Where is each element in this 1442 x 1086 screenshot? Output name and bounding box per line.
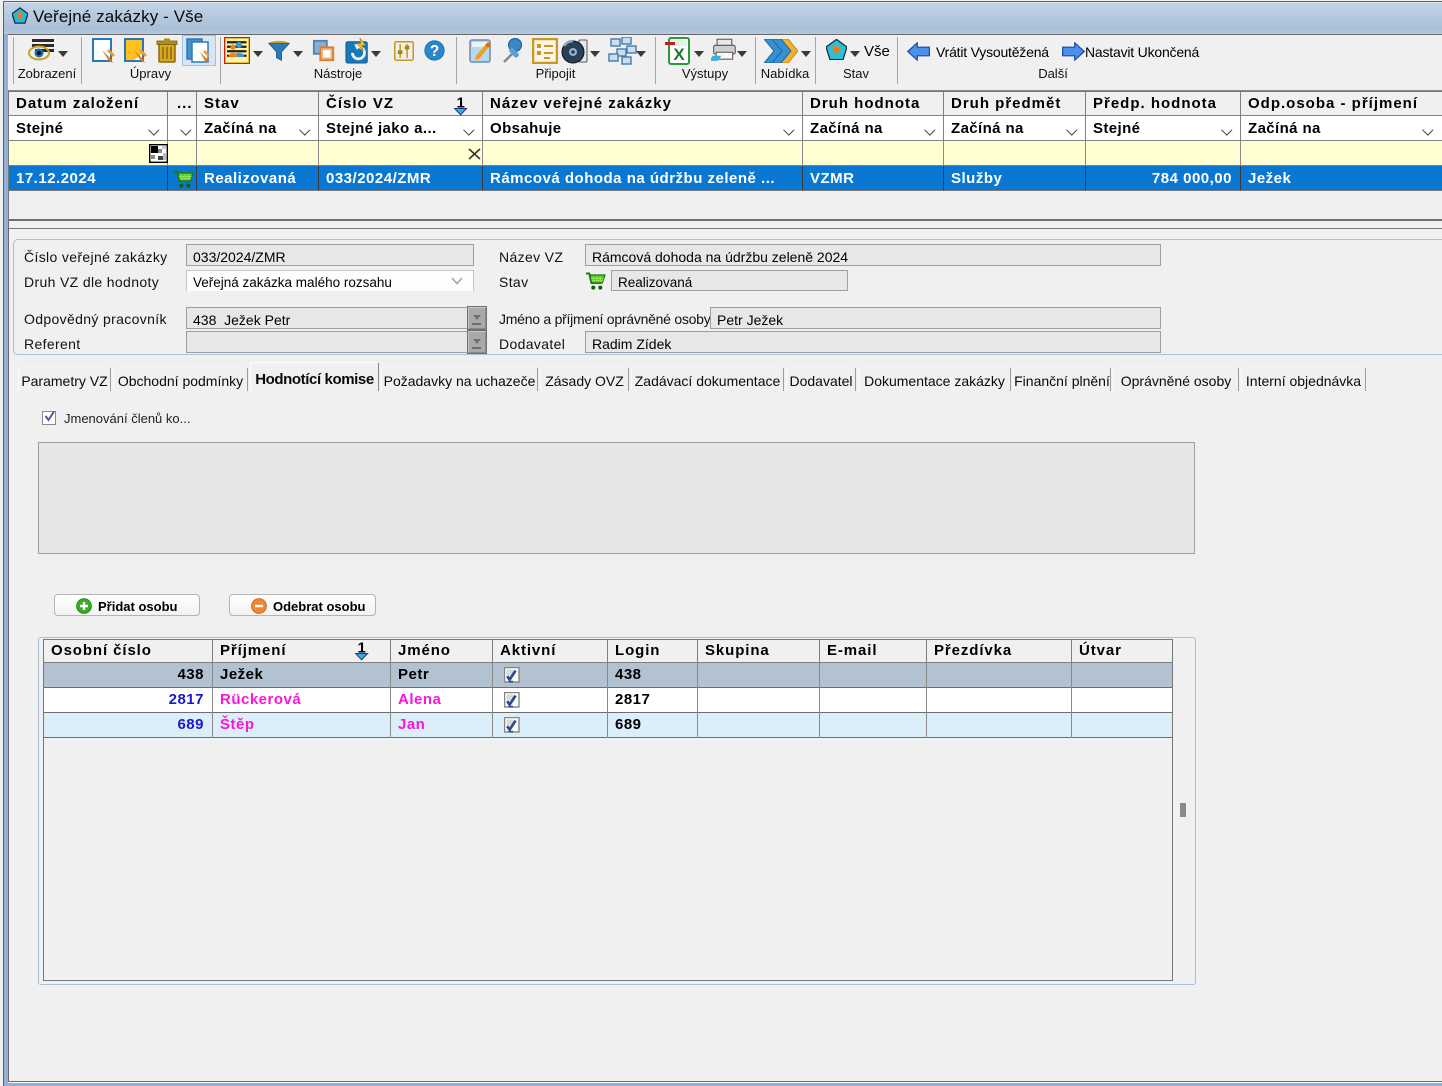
svg-text:?: ? [430,43,439,60]
svg-text:X: X [673,45,685,64]
